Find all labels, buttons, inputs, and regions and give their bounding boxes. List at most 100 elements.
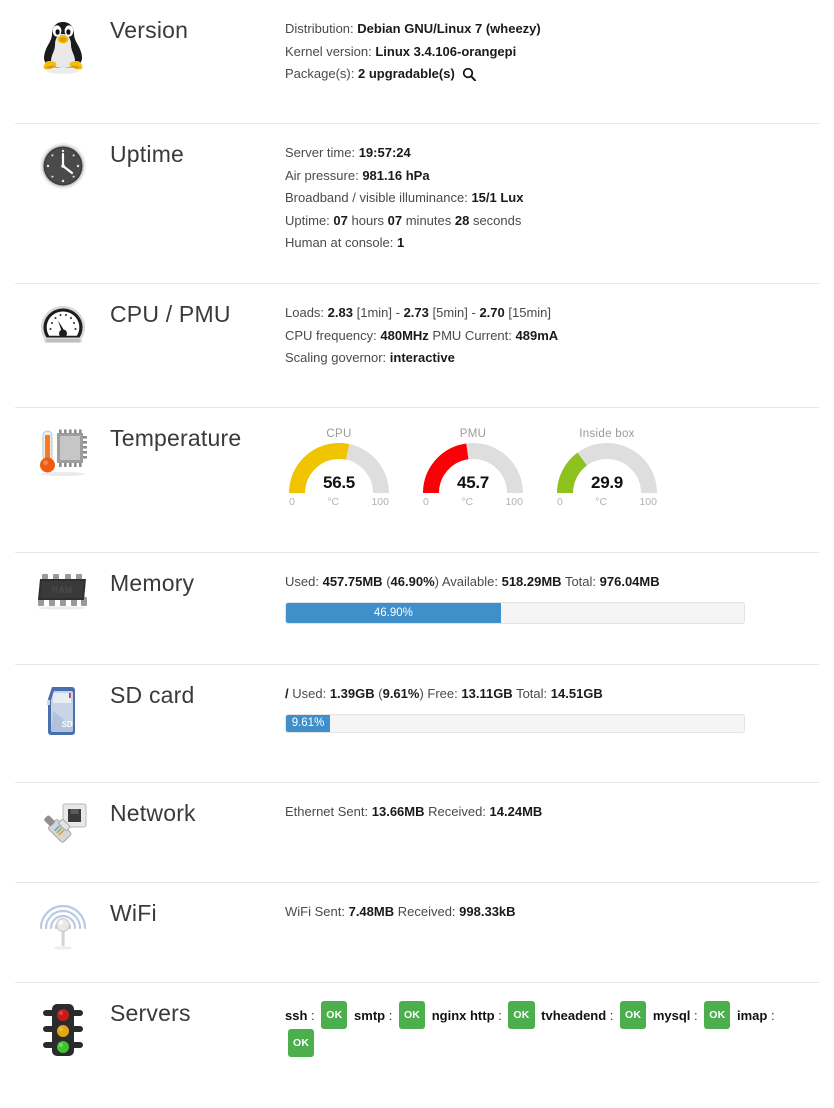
system-status-page: Version Distribution: Debian GNU/Linux 7… <box>0 0 834 1078</box>
server-status-badge: OK <box>508 1001 535 1029</box>
section-title: Temperature <box>110 425 242 451</box>
load-5min: 2.73 <box>403 305 429 320</box>
server-status-badge: OK <box>398 1001 426 1029</box>
servers-body: ssh : OK smtp : OK nginx http : OK tvhea… <box>285 983 819 1057</box>
server-separator: : <box>690 1008 702 1023</box>
server-separator: : <box>307 1008 319 1023</box>
sdcard-title-cell: SD card <box>110 665 285 708</box>
sdcard-free-value: 13.11GB <box>461 686 513 701</box>
section-title: Uptime <box>110 141 185 167</box>
section-memory: RAM Memory Used: 457.75MB (46.90%) Avail… <box>15 553 819 665</box>
servers-title-cell: Servers <box>110 983 285 1026</box>
section-title: Network <box>110 800 196 826</box>
packages-label: Package(s): <box>285 66 355 81</box>
server-time-label: Server time: <box>285 145 356 160</box>
packages-value: 2 upgradable(s) <box>358 66 455 81</box>
wifi-sent-value: 7.48MB <box>348 904 395 919</box>
gauge-max-tick: 100 <box>639 496 657 508</box>
section-version: Version Distribution: Debian GNU/Linux 7… <box>15 0 819 124</box>
memory-line: Used: 457.75MB (46.90%) Available: 518.2… <box>285 571 809 594</box>
load-5min-suffix: [5min] - <box>428 305 480 320</box>
memory-body: Used: 457.75MB (46.90%) Available: 518.2… <box>285 553 819 624</box>
ethernet-sent-value: 13.66MB <box>371 804 425 819</box>
uptime-hours: 07 <box>333 212 348 228</box>
servers-icon-cell <box>15 983 110 1061</box>
gauge-cpu: CPU 56.5 0 °C 100 <box>289 428 389 508</box>
gauge-inside-box: Inside box 29.9 0 °C 100 <box>557 428 657 508</box>
server-name: ssh <box>285 1008 308 1023</box>
server-separator: : <box>606 1008 618 1023</box>
load-1min: 2.83 <box>327 305 353 320</box>
sdcard-line: / Used: 1.39GB (9.61%) Free: 13.11GB Tot… <box>285 683 809 706</box>
server-name: imap <box>737 1008 768 1023</box>
svg-text:SD: SD <box>61 720 72 729</box>
section-sd-card: SD SD card / Used: 1.39GB (9.61%) Free: … <box>15 665 819 783</box>
version-icon-cell <box>15 0 110 76</box>
memory-used-label: Used: <box>285 574 319 589</box>
frequency-label: CPU frequency: <box>285 327 377 343</box>
gauge-value: 45.7 <box>457 473 489 492</box>
open-paren: ( <box>374 686 383 701</box>
human-console-line: Human at console: 1 <box>285 232 809 255</box>
loads-line: Loads: 2.83 [1min] - 2.73 [5min] - 2.70 … <box>285 302 809 325</box>
gauge-dial: 56.5 <box>289 443 389 495</box>
gauge-max-tick: 100 <box>371 496 389 508</box>
ethernet-plug-icon <box>43 803 86 843</box>
gauge-min-tick: 0 <box>557 496 563 508</box>
section-servers: Servers ssh : OK smtp : OK nginx http : … <box>15 983 819 1078</box>
server-status-badge: OK <box>321 1001 348 1029</box>
distribution-value: Debian GNU/Linux 7 (wheezy) <box>357 21 541 36</box>
sdcard-body: / Used: 1.39GB (9.61%) Free: 13.11GB Tot… <box>285 665 819 733</box>
cpu-frequency-line: CPU frequency: 480MHz PMU Current: 489mA <box>285 325 809 348</box>
sdcard-total-value: 14.51GB <box>550 686 603 701</box>
open-paren: ( <box>382 574 391 589</box>
memory-percent-value: 46.90% <box>390 574 435 589</box>
clock-icon <box>39 143 86 189</box>
server-name: tvheadend <box>541 1008 607 1023</box>
server-name: nginx http <box>431 1008 495 1023</box>
sdcard-progress-bar: 9.61% <box>285 713 745 733</box>
load-15min: 2.70 <box>479 305 505 320</box>
packages-line: Package(s): 2 upgradable(s) <box>285 63 809 86</box>
gauge-ticks: 0 °C 100 <box>557 496 657 508</box>
uptime-seconds: 28 <box>454 212 470 228</box>
gauge-value: 56.5 <box>323 473 355 492</box>
uptime-minutes-suffix: minutes <box>402 212 455 228</box>
kernel-line: Kernel version: Linux 3.4.106-orangepi <box>285 41 809 64</box>
network-icon-cell <box>15 783 110 851</box>
gauge-unit: °C <box>327 496 340 508</box>
air-pressure-label: Air pressure: <box>285 167 359 183</box>
distribution-line: Distribution: Debian GNU/Linux 7 (wheezy… <box>285 18 809 41</box>
gauge-dial: 29.9 <box>557 443 657 495</box>
section-title: CPU / PMU <box>110 301 231 327</box>
network-body: Ethernet Sent: 13.66MB Received: 14.24MB <box>285 783 819 824</box>
human-console-value: 1 <box>397 235 405 250</box>
server-time-value: 19:57:24 <box>358 145 411 160</box>
section-title: Version <box>110 17 189 43</box>
uptime-body: Server time: 19:57:24 Air pressure: 981.… <box>285 124 819 255</box>
server-separator: : <box>767 1008 775 1023</box>
wifi-received-value: 998.33kB <box>459 904 516 919</box>
search-icon[interactable] <box>462 67 477 82</box>
gauge-unit: °C <box>595 496 608 508</box>
kernel-value: Linux 3.4.106-orangepi <box>375 43 517 59</box>
pmu-current-label: PMU Current: <box>428 327 516 343</box>
ethernet-received-value: 14.24MB <box>489 804 543 819</box>
wifi-line: WiFi Sent: 7.48MB Received: 998.33kB <box>285 901 809 924</box>
section-wifi: WiFi WiFi Sent: 7.48MB Received: 998.33k… <box>15 883 819 983</box>
server-status-badge: OK <box>704 1001 731 1029</box>
illuminance-label: Broadband / visible illuminance: <box>285 190 468 205</box>
memory-used-value: 457.75MB <box>322 574 383 589</box>
uptime-icon-cell <box>15 124 110 190</box>
uptime-minutes: 07 <box>387 212 403 228</box>
gauge-ticks: 0 °C 100 <box>423 496 523 508</box>
servers-status-list: ssh : OK smtp : OK nginx http : OK tvhea… <box>285 1001 809 1057</box>
gauge-min-tick: 0 <box>289 496 295 508</box>
gauge-unit: °C <box>461 496 474 508</box>
uptime-label: Uptime: <box>285 212 330 228</box>
ethernet-sent-label: Ethernet Sent: <box>285 804 369 819</box>
close-paren-free-label: ) Free: <box>419 686 462 701</box>
cpu-title-cell: CPU / PMU <box>110 284 285 327</box>
thermometer-chip-icon <box>39 429 87 476</box>
linux-penguin-icon <box>43 22 82 74</box>
